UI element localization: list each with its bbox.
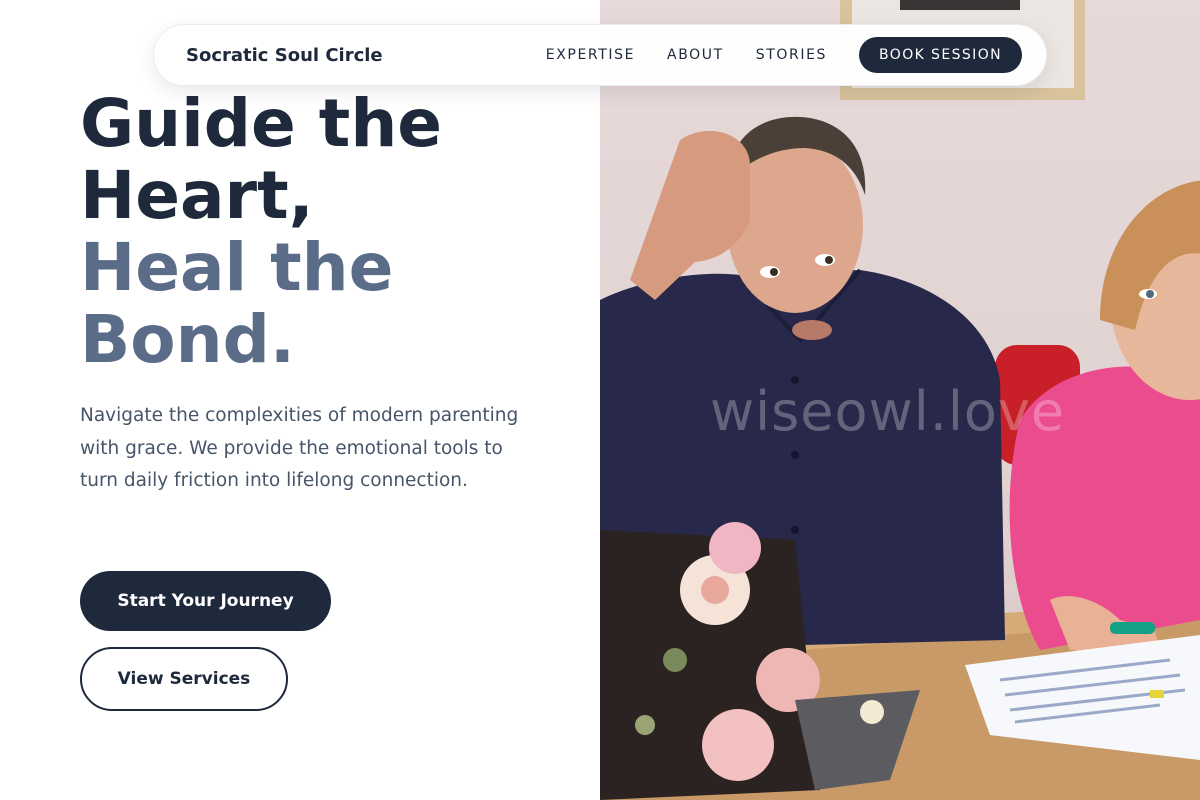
start-journey-button[interactable]: Start Your Journey: [80, 571, 331, 631]
headline-line-2: Heart,: [80, 157, 314, 234]
nav-link-about[interactable]: ABOUT: [667, 47, 724, 63]
photo-watermark: wiseowl.love: [710, 380, 1066, 443]
page: wiseowl.love Socratic Soul Circle EXPERT…: [0, 0, 1200, 800]
view-services-button[interactable]: View Services: [80, 647, 288, 711]
headline-accent-line-1: Heal the: [80, 229, 394, 306]
hero-photo: wiseowl.love: [600, 0, 1200, 800]
headline-line-1: Guide the: [80, 85, 443, 162]
nav-links: EXPERTISE ABOUT STORIES BOOK SESSION: [546, 37, 1022, 73]
marker: [1110, 622, 1155, 634]
hero-headline: Guide the Heart, Heal the Bond.: [80, 88, 442, 376]
top-navigation: Socratic Soul Circle EXPERTISE ABOUT STO…: [153, 24, 1047, 86]
nav-link-expertise[interactable]: EXPERTISE: [546, 47, 635, 63]
hero-lead-text: Navigate the complexities of modern pare…: [80, 405, 519, 491]
headline-accent-line-2: Bond.: [80, 301, 295, 378]
brand-logo-text[interactable]: Socratic Soul Circle: [186, 45, 546, 66]
wall-frame-picture: [900, 0, 1020, 10]
book-session-button[interactable]: BOOK SESSION: [859, 37, 1022, 73]
nav-link-stories[interactable]: STORIES: [756, 47, 827, 63]
laptop-sticker: [860, 700, 884, 724]
